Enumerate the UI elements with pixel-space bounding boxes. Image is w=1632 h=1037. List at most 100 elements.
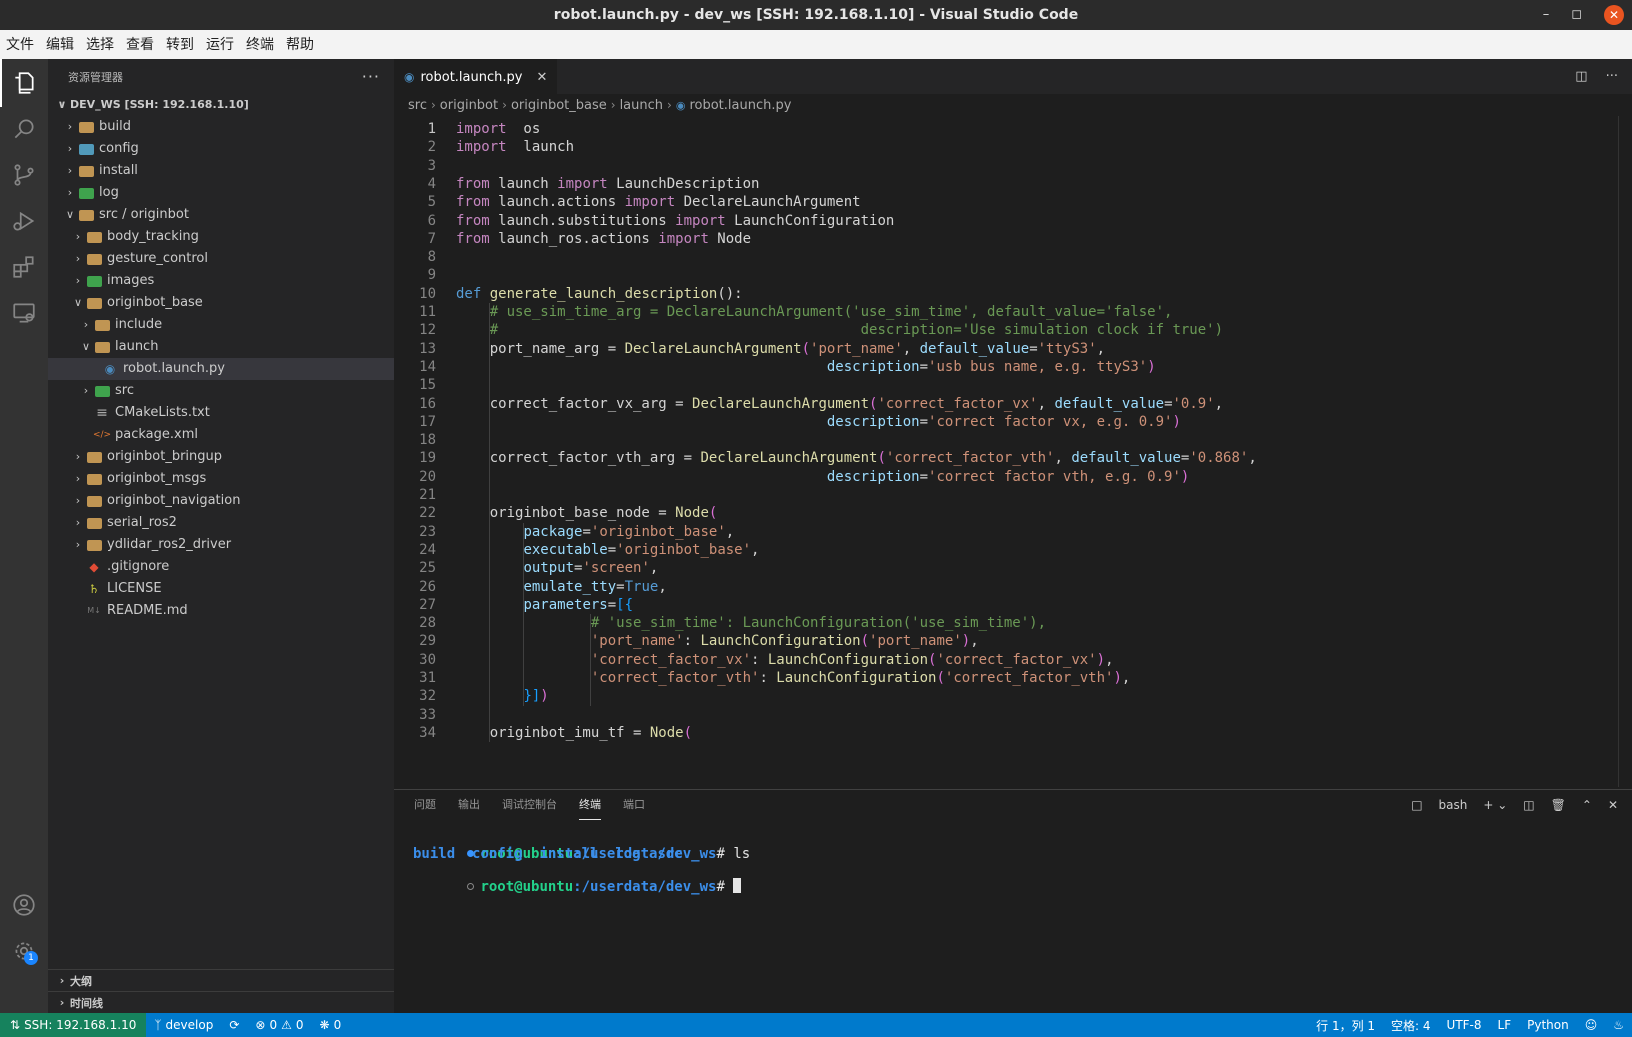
remote-indicator[interactable]: ⇅ SSH: 192.168.1.10 bbox=[0, 1013, 147, 1037]
file-tree-item[interactable]: ∨ src / originbot bbox=[48, 204, 394, 226]
file-tree-item[interactable]: › config bbox=[48, 138, 394, 160]
panel-tab[interactable]: 问题 bbox=[414, 790, 436, 820]
notifications-icon[interactable]: ♨ bbox=[1605, 1018, 1632, 1032]
menu-item[interactable]: 查看 bbox=[122, 34, 158, 56]
code-token: launch bbox=[489, 175, 558, 192]
file-tree-item[interactable]: ♄ LICENSE bbox=[48, 578, 394, 600]
remote-icon: ⇅ bbox=[10, 1018, 21, 1032]
file-tree-item[interactable]: › gesture_control bbox=[48, 248, 394, 270]
run-debug-icon[interactable] bbox=[0, 197, 48, 245]
breadcrumb-item[interactable]: originbot bbox=[440, 98, 498, 113]
ports-indicator[interactable]: ❋ 0 bbox=[312, 1018, 350, 1032]
breadcrumb-item[interactable]: launch bbox=[620, 98, 663, 113]
split-terminal-icon[interactable]: ◫ bbox=[1523, 798, 1534, 812]
outline-section[interactable]: › 大纲 bbox=[48, 969, 394, 991]
file-tree-item[interactable]: ◆ .gitignore bbox=[48, 556, 394, 578]
problems-indicator[interactable]: ⊗ 0 ⚠ 0 bbox=[247, 1018, 311, 1032]
file-tree-item[interactable]: › body_tracking bbox=[48, 226, 394, 248]
file-tree-item[interactable]: M↓ README.md bbox=[48, 600, 394, 622]
more-actions-icon[interactable]: ··· bbox=[362, 67, 380, 86]
close-window-icon[interactable]: ✕ bbox=[1604, 5, 1624, 25]
source-control-icon[interactable] bbox=[0, 151, 48, 199]
editor-tab[interactable]: ◉ robot.launch.py ✕ bbox=[394, 59, 558, 94]
panel-tab[interactable]: 输出 bbox=[458, 790, 480, 820]
file-tree-item[interactable]: › log bbox=[48, 182, 394, 204]
code-token: }] bbox=[523, 688, 541, 705]
code-token: ( bbox=[708, 505, 718, 522]
file-tree-label: images bbox=[107, 273, 155, 288]
maximize-icon[interactable]: ◻ bbox=[1571, 0, 1582, 30]
menu-item[interactable]: 转到 bbox=[162, 34, 198, 56]
breadcrumb-item[interactable]: robot.launch.py bbox=[689, 98, 791, 113]
search-icon[interactable] bbox=[0, 105, 48, 153]
file-tree-item[interactable]: ∨ originbot_base bbox=[48, 292, 394, 314]
warning-count: 0 bbox=[295, 1018, 304, 1032]
shell-name[interactable]: bash bbox=[1439, 798, 1468, 812]
file-tree-item[interactable]: ◉ robot.launch.py bbox=[48, 358, 394, 380]
file-tree-item[interactable]: › originbot_navigation bbox=[48, 490, 394, 512]
editor-more-icon[interactable]: ··· bbox=[1606, 69, 1618, 84]
maximize-panel-icon[interactable]: ⌃ bbox=[1582, 798, 1592, 812]
cursor-position[interactable]: 行 1，列 1 bbox=[1308, 1017, 1383, 1034]
menu-item[interactable]: 文件 bbox=[2, 34, 38, 56]
menu-item[interactable]: 选择 bbox=[82, 34, 118, 56]
file-tree-item[interactable]: › originbot_bringup bbox=[48, 446, 394, 468]
remote-explorer-icon[interactable] bbox=[0, 289, 48, 337]
file-tree-item[interactable]: › include bbox=[48, 314, 394, 336]
branch-indicator[interactable]: ᛉ develop bbox=[146, 1018, 221, 1032]
line-ending[interactable]: LF bbox=[1490, 1018, 1520, 1032]
menu-item[interactable]: 终端 bbox=[242, 34, 278, 56]
file-tree-item[interactable]: ≡ CMakeLists.txt bbox=[48, 402, 394, 424]
file-tree-item[interactable]: › ydlidar_ros2_driver bbox=[48, 534, 394, 556]
feedback-icon[interactable]: ☺ bbox=[1577, 1018, 1606, 1032]
settings-gear-icon[interactable]: 1 bbox=[0, 927, 48, 975]
language-mode[interactable]: Python bbox=[1519, 1018, 1577, 1032]
file-tree-item[interactable]: ∨ launch bbox=[48, 336, 394, 358]
settings-badge: 1 bbox=[24, 951, 38, 965]
file-tree-item[interactable]: › install bbox=[48, 160, 394, 182]
explorer-icon[interactable] bbox=[0, 59, 48, 107]
code-token: import bbox=[624, 194, 676, 211]
panel-tab[interactable]: 终端 bbox=[579, 790, 601, 820]
panel-tab[interactable]: 端口 bbox=[623, 790, 645, 820]
timeline-section[interactable]: › 时间线 bbox=[48, 991, 394, 1013]
code-editor[interactable]: 1 import os 2 import launch 3 4 from launch im… bbox=[394, 116, 1632, 787]
encoding[interactable]: UTF-8 bbox=[1439, 1018, 1490, 1032]
code-token: ) bbox=[961, 633, 971, 650]
breadcrumb-item[interactable]: src bbox=[408, 98, 427, 113]
editor-scrollbar[interactable] bbox=[1618, 116, 1632, 787]
breadcrumb-item[interactable]: originbot_base bbox=[511, 98, 607, 113]
file-tree-item[interactable]: › build bbox=[48, 116, 394, 138]
panel-tab[interactable]: 调试控制台 bbox=[502, 790, 557, 820]
file-tree-item[interactable]: › images bbox=[48, 270, 394, 292]
code-token: ) bbox=[1172, 413, 1181, 430]
account-icon[interactable] bbox=[0, 881, 48, 929]
file-tree-item[interactable]: </> package.xml bbox=[48, 424, 394, 446]
workspace-root[interactable]: ∨ DEV_WS [SSH: 192.168.1.10] bbox=[48, 94, 394, 116]
minimize-icon[interactable]: – bbox=[1543, 0, 1550, 30]
file-tree-label: robot.launch.py bbox=[123, 361, 225, 376]
folder-icon bbox=[78, 119, 94, 135]
close-panel-icon[interactable]: ✕ bbox=[1608, 798, 1618, 812]
sync-icon[interactable]: ⟳ bbox=[221, 1018, 247, 1032]
file-tree-item[interactable]: › originbot_msgs bbox=[48, 468, 394, 490]
close-tab-icon[interactable]: ✕ bbox=[536, 70, 547, 85]
extensions-icon[interactable] bbox=[0, 243, 48, 291]
line-number: 2 bbox=[427, 139, 436, 156]
file-tree-item[interactable]: › serial_ros2 bbox=[48, 512, 394, 534]
code-line: 'port_name': LaunchConfiguration('port_n… bbox=[456, 632, 979, 650]
code-token: = bbox=[582, 523, 591, 540]
indentation[interactable]: 空格: 4 bbox=[1383, 1017, 1439, 1034]
menu-item[interactable]: 编辑 bbox=[42, 34, 78, 56]
menu-item[interactable]: 运行 bbox=[202, 34, 238, 56]
menu-item[interactable]: 帮助 bbox=[282, 34, 318, 56]
new-terminal-icon[interactable]: + ⌄ bbox=[1483, 798, 1507, 812]
kill-terminal-icon[interactable]: 🗑 bbox=[1551, 798, 1566, 812]
split-editor-icon[interactable]: ◫ bbox=[1575, 69, 1587, 84]
code-token: : bbox=[759, 670, 777, 686]
file-tree-item[interactable]: › src bbox=[48, 380, 394, 402]
code-token: , bbox=[751, 541, 760, 558]
code-token: generate_launch_description bbox=[489, 285, 718, 302]
